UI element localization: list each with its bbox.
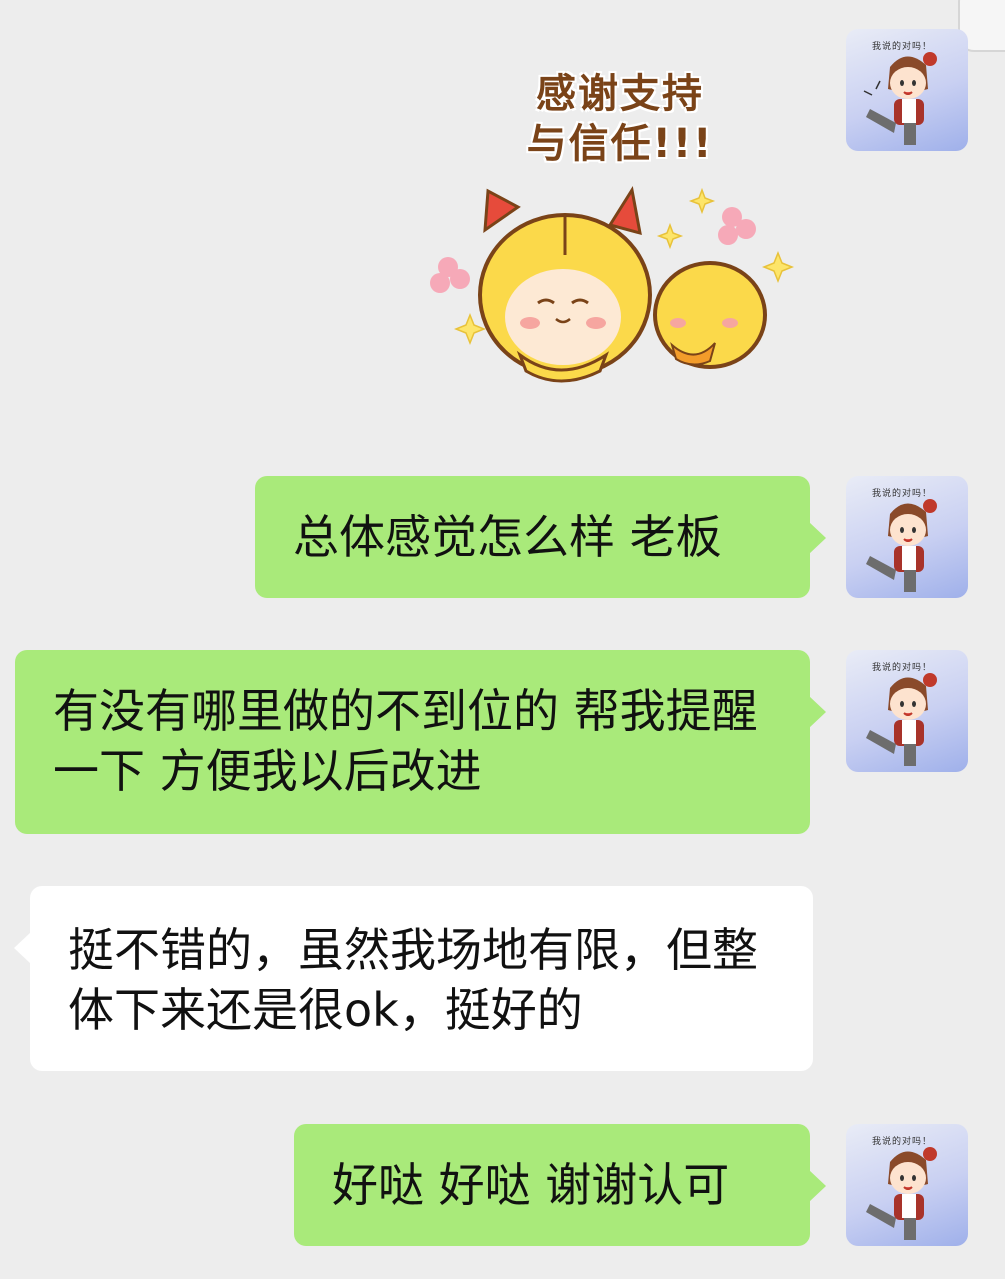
avatar[interactable]: 我说的对吗！ (846, 650, 968, 772)
message-text: 挺不错的，虽然我场地有限，但整体下来还是很ok，挺好的 (68, 923, 758, 1037)
avatar[interactable]: 我说的对吗！ (846, 1124, 968, 1246)
avatar[interactable]: 我说的对吗！ (846, 476, 968, 598)
message-bubble-sent[interactable]: 好哒 好哒 谢谢认可 (294, 1124, 826, 1246)
sticker-caption-line1: 感谢支持 (536, 71, 704, 117)
avatar-caption: 我说的对吗！ (872, 489, 933, 499)
message-bubble-received[interactable]: 挺不错的，虽然我场地有限，但整体下来还是很ok，挺好的 (14, 886, 813, 1071)
avatar-caption: 我说的对吗！ (872, 1137, 933, 1147)
avatar-caption: 我说的对吗！ (872, 42, 933, 52)
sticker-caption: 感谢支持 与信任!!! (500, 69, 740, 169)
avatar[interactable]: 我说的对吗！ (846, 29, 968, 151)
message-text: 有没有哪里做的不到位的 帮我提醒一下 方便我以后改进 (53, 684, 758, 798)
sticker-caption-line2: 与信任!!! (526, 121, 714, 167)
sticker-thanks[interactable]: 感谢支持 与信任!!! (410, 55, 810, 395)
avatar-caption: 我说的对吗！ (872, 663, 933, 673)
message-bubble-sent[interactable]: 有没有哪里做的不到位的 帮我提醒一下 方便我以后改进 (15, 650, 826, 834)
message-bubble-sent[interactable]: 总体感觉怎么样 老板 (255, 476, 826, 598)
message-text: 总体感觉怎么样 老板 (293, 510, 722, 564)
message-text: 好哒 好哒 谢谢认可 (332, 1158, 730, 1212)
